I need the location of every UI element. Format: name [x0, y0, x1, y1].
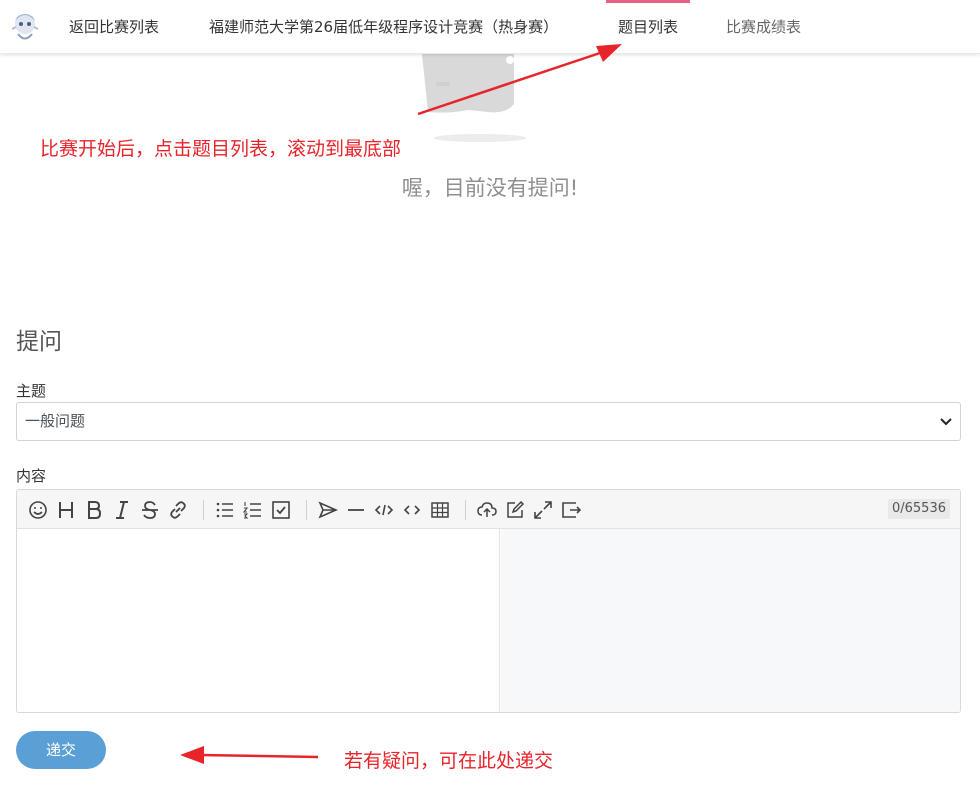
character-counter: 0/65536 — [887, 499, 950, 519]
checkbox-icon[interactable] — [270, 499, 292, 521]
ordered-list-icon[interactable] — [242, 499, 264, 521]
preview-icon[interactable] — [560, 499, 582, 521]
subject-selected-value: 一般问题 — [25, 412, 86, 430]
code-block-icon[interactable] — [373, 499, 395, 521]
submit-button[interactable]: 递交 — [16, 731, 106, 769]
strikethrough-icon[interactable] — [139, 499, 161, 521]
subject-select[interactable]: 一般问题 — [16, 402, 961, 441]
upload-icon[interactable] — [476, 499, 498, 521]
unordered-list-icon[interactable] — [214, 499, 236, 521]
nav-contest-title[interactable]: 福建师范大学第26届低年级程序设计竞赛（热身赛） — [209, 0, 558, 54]
nav-tab-problems[interactable]: 题目列表 — [605, 0, 691, 54]
logo-icon[interactable] — [6, 7, 44, 45]
inline-code-icon[interactable] — [401, 499, 423, 521]
empty-state-message: 喔，目前没有提问! — [401, 176, 579, 200]
page: 返回比赛列表 福建师范大学第26届低年级程序设计竞赛（热身赛） 题目列表 比赛成… — [0, 0, 980, 802]
nav-back-to-contests[interactable]: 返回比赛列表 — [69, 0, 159, 54]
markdown-editor: 0/65536 — [16, 489, 961, 713]
link-icon[interactable] — [167, 499, 189, 521]
editor-toolbar: 0/65536 — [17, 490, 960, 529]
editor-preview-pane — [501, 529, 960, 712]
annotation-arrow-bottom — [180, 746, 319, 764]
italic-icon[interactable] — [111, 499, 133, 521]
table-icon[interactable] — [429, 499, 451, 521]
subject-label: 主题 — [16, 382, 47, 400]
toolbar-separator — [306, 500, 307, 520]
heading-icon[interactable] — [55, 499, 77, 521]
annotation-bottom: 若有疑问，可在此处递交 — [344, 750, 554, 772]
send-icon[interactable] — [317, 499, 339, 521]
nav-tab-scoreboard[interactable]: 比赛成绩表 — [726, 0, 801, 54]
question-section-title: 提问 — [16, 329, 62, 355]
editor-input-pane[interactable] — [17, 529, 500, 712]
fullscreen-icon[interactable] — [532, 499, 554, 521]
edit-icon[interactable] — [504, 499, 526, 521]
top-nav: 返回比赛列表 福建师范大学第26届低年级程序设计竞赛（热身赛） 题目列表 比赛成… — [0, 0, 980, 54]
chevron-down-icon — [940, 418, 952, 426]
content-label: 内容 — [16, 467, 47, 485]
emoji-icon[interactable] — [27, 499, 49, 521]
bold-icon[interactable] — [83, 499, 105, 521]
toolbar-separator — [203, 500, 204, 520]
empty-state-illustration — [422, 54, 526, 142]
horizontal-rule-icon[interactable] — [345, 499, 367, 521]
toolbar-separator — [465, 500, 466, 520]
annotation-top: 比赛开始后，点击题目列表，滚动到最底部 — [40, 138, 402, 160]
